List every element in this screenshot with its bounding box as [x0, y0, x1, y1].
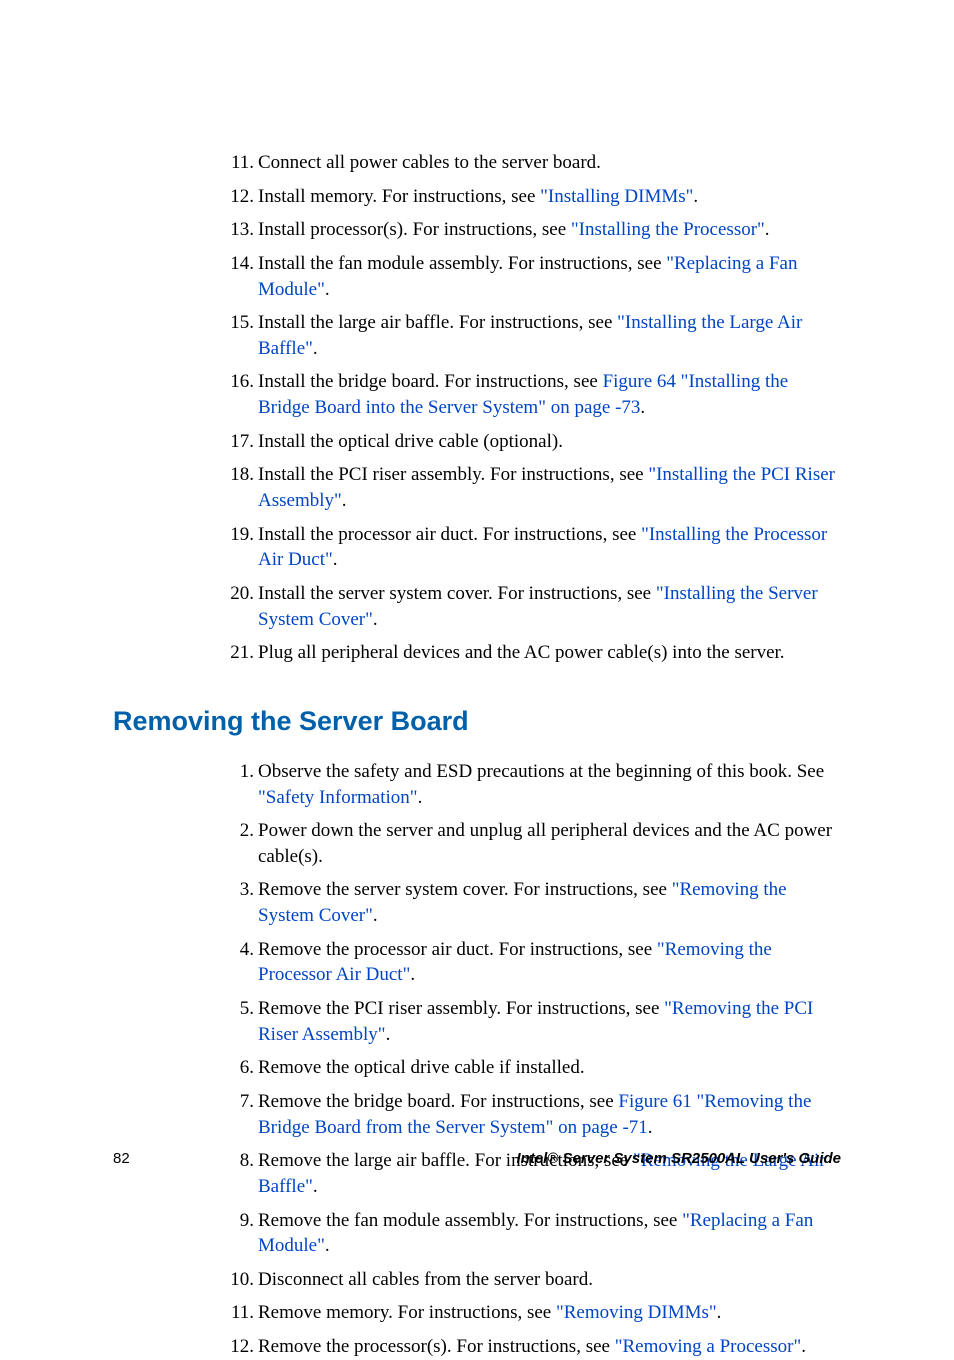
- step-text: Connect all power cables to the server b…: [258, 152, 601, 173]
- step-text-tail: .: [313, 1176, 318, 1197]
- page-footer: 82 Intel® Server System SR2500AL User's …: [113, 1150, 841, 1167]
- step-text-tail: .: [373, 905, 378, 926]
- step-text-tail: .: [325, 1235, 330, 1256]
- step-number: 11.: [222, 150, 254, 176]
- list-item: 1.Observe the safety and ESD precautions…: [258, 759, 841, 810]
- step-number: 5.: [222, 996, 254, 1022]
- step-text: Observe the safety and ESD precautions a…: [258, 761, 824, 782]
- step-text: Power down the server and unplug all per…: [258, 820, 832, 867]
- step-text: Install the server system cover. For ins…: [258, 583, 656, 604]
- step-number: 21.: [222, 640, 254, 666]
- step-text: Install memory. For instructions, see: [258, 186, 540, 207]
- cross-reference-link[interactable]: "Installing the Processor": [571, 219, 765, 240]
- list-item: 10.Disconnect all cables from the server…: [258, 1267, 841, 1293]
- list-item: 16.Install the bridge board. For instruc…: [258, 369, 841, 420]
- cross-reference-link[interactable]: "Safety Information": [258, 787, 418, 808]
- step-number: 6.: [222, 1055, 254, 1081]
- step-text-tail: .: [373, 609, 378, 630]
- step-number: 7.: [222, 1089, 254, 1115]
- list-item: 14.Install the fan module assembly. For …: [258, 251, 841, 302]
- list-item: 17.Install the optical drive cable (opti…: [258, 429, 841, 455]
- step-number: 17.: [222, 429, 254, 455]
- list-item: 11.Remove memory. For instructions, see …: [258, 1300, 841, 1326]
- list-item: 3.Remove the server system cover. For in…: [258, 877, 841, 928]
- step-number: 19.: [222, 522, 254, 548]
- section-heading: Removing the Server Board: [113, 706, 841, 737]
- list-item: 13.Install processor(s). For instruction…: [258, 217, 841, 243]
- list-item: 9.Remove the fan module assembly. For in…: [258, 1208, 841, 1259]
- step-number: 15.: [222, 310, 254, 336]
- step-text: Install the bridge board. For instructio…: [258, 371, 603, 392]
- step-text: Install the optical drive cable (optiona…: [258, 431, 563, 452]
- step-number: 14.: [222, 251, 254, 277]
- step-text-tail: .: [765, 219, 770, 240]
- list-item: 12.Install memory. For instructions, see…: [258, 184, 841, 210]
- step-text: Remove the bridge board. For instruction…: [258, 1091, 618, 1112]
- document-title: Intel® Server System SR2500AL User's Gui…: [517, 1150, 842, 1167]
- list-item: 5.Remove the PCI riser assembly. For ins…: [258, 996, 841, 1047]
- list-item: 6.Remove the optical drive cable if inst…: [258, 1055, 841, 1081]
- step-text-tail: .: [342, 490, 347, 511]
- step-text: Remove the server system cover. For inst…: [258, 879, 672, 900]
- step-text: Remove the optical drive cable if instal…: [258, 1057, 585, 1078]
- step-text: Remove the processor(s). For instruction…: [258, 1336, 615, 1357]
- step-number: 11.: [222, 1300, 254, 1326]
- step-number: 2.: [222, 818, 254, 844]
- page-body: 11.Connect all power cables to the serve…: [0, 0, 954, 1235]
- cross-reference-link[interactable]: "Installing DIMMs": [540, 186, 693, 207]
- step-number: 12.: [222, 1334, 254, 1360]
- step-number: 1.: [222, 759, 254, 785]
- list-item: 4.Remove the processor air duct. For ins…: [258, 937, 841, 988]
- step-text: Remove the processor air duct. For instr…: [258, 939, 657, 960]
- list-item: 18.Install the PCI riser assembly. For i…: [258, 462, 841, 513]
- step-number: 10.: [222, 1267, 254, 1293]
- list-item: 11.Connect all power cables to the serve…: [258, 150, 841, 176]
- step-number: 12.: [222, 184, 254, 210]
- step-text-tail: .: [410, 964, 415, 985]
- remove-steps-list: 1.Observe the safety and ESD precautions…: [113, 759, 841, 1360]
- step-number: 18.: [222, 462, 254, 488]
- step-text: Install processor(s). For instructions, …: [258, 219, 571, 240]
- step-text-tail: .: [640, 397, 645, 418]
- step-text-tail: .: [313, 338, 318, 359]
- list-item: 19.Install the processor air duct. For i…: [258, 522, 841, 573]
- step-text: Install the fan module assembly. For ins…: [258, 253, 666, 274]
- step-text: Disconnect all cables from the server bo…: [258, 1269, 593, 1290]
- step-text: Install the large air baffle. For instru…: [258, 312, 617, 333]
- cross-reference-link[interactable]: "Removing a Processor": [615, 1336, 801, 1357]
- step-number: 13.: [222, 217, 254, 243]
- list-item: 2.Power down the server and unplug all p…: [258, 818, 841, 869]
- step-number: 4.: [222, 937, 254, 963]
- step-number: 9.: [222, 1208, 254, 1234]
- step-text: Install the processor air duct. For inst…: [258, 524, 641, 545]
- step-text-tail: .: [801, 1336, 806, 1357]
- list-item: 12.Remove the processor(s). For instruct…: [258, 1334, 841, 1360]
- list-item: 21.Plug all peripheral devices and the A…: [258, 640, 841, 666]
- step-text-tail: .: [333, 549, 338, 570]
- step-text-tail: .: [325, 279, 330, 300]
- step-number: 3.: [222, 877, 254, 903]
- step-number: 16.: [222, 369, 254, 395]
- step-text-tail: .: [418, 787, 423, 808]
- list-item: 7.Remove the bridge board. For instructi…: [258, 1089, 841, 1140]
- step-text-tail: .: [386, 1024, 391, 1045]
- step-text: Plug all peripheral devices and the AC p…: [258, 642, 785, 663]
- step-text: Remove the fan module assembly. For inst…: [258, 1210, 682, 1231]
- step-text-tail: .: [648, 1117, 653, 1138]
- step-text-tail: .: [717, 1302, 722, 1323]
- install-steps-list: 11.Connect all power cables to the serve…: [113, 150, 841, 666]
- list-item: 15.Install the large air baffle. For ins…: [258, 310, 841, 361]
- step-text-tail: .: [693, 186, 698, 207]
- step-text: Remove memory. For instructions, see: [258, 1302, 556, 1323]
- page-number: 82: [113, 1150, 130, 1167]
- step-text: Remove the PCI riser assembly. For instr…: [258, 998, 664, 1019]
- step-text: Install the PCI riser assembly. For inst…: [258, 464, 648, 485]
- list-item: 20.Install the server system cover. For …: [258, 581, 841, 632]
- step-number: 20.: [222, 581, 254, 607]
- cross-reference-link[interactable]: "Removing DIMMs": [556, 1302, 717, 1323]
